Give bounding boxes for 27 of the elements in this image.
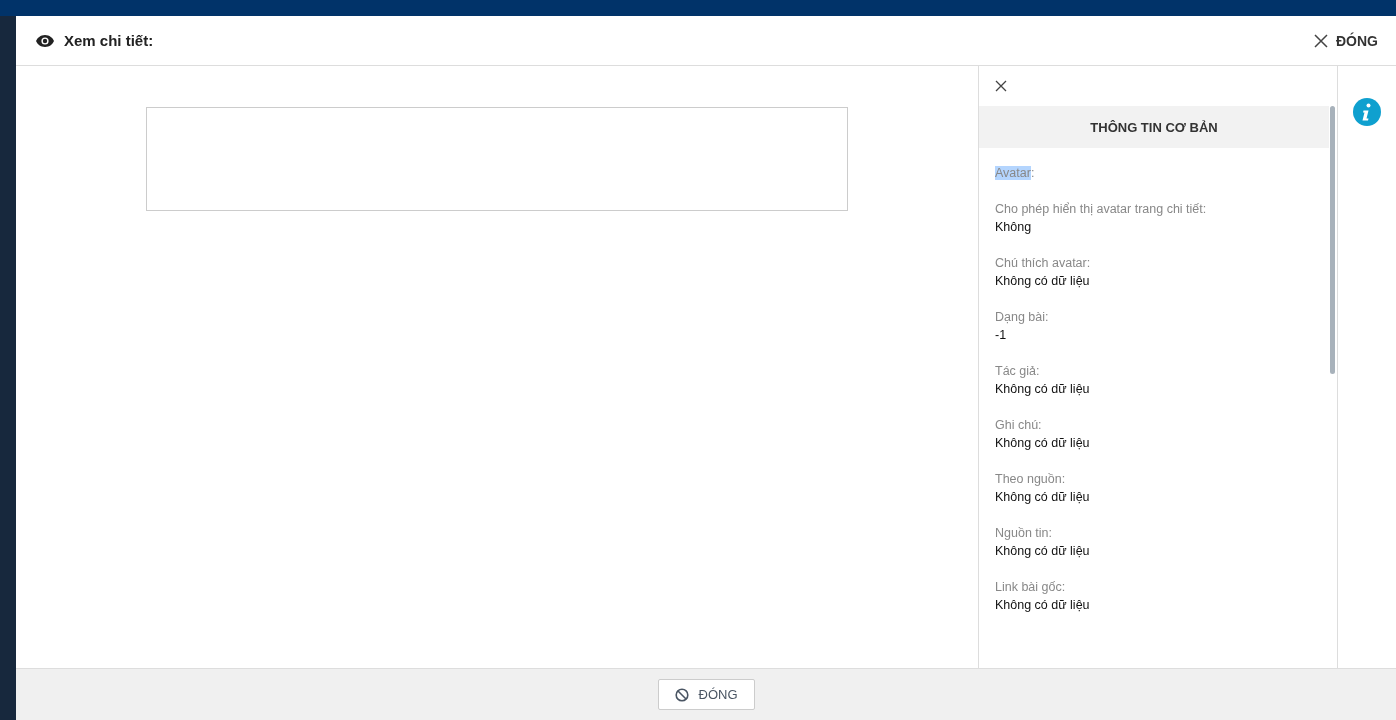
field-label: Chú thích avatar: (995, 256, 1092, 270)
eye-icon (36, 34, 54, 47)
scrollbar[interactable] (1330, 106, 1335, 374)
field-value: Không có dữ liệu (995, 544, 1091, 558)
field-label: Dạng bài: (995, 310, 1050, 324)
close-icon[interactable] (995, 80, 1007, 92)
prohibited-icon (674, 687, 689, 702)
field-value: Không có dữ liệu (995, 382, 1091, 396)
field-value: Không có dữ liệu (995, 436, 1091, 450)
field-value: Không có dữ liệu (995, 274, 1091, 288)
field-label: Theo nguồn: (995, 472, 1067, 486)
field-label: Nguồn tin: (995, 526, 1053, 540)
section-heading: THÔNG TIN CƠ BẢN (979, 106, 1329, 148)
info-icon[interactable] (1353, 98, 1381, 126)
close-button[interactable]: ĐÓNG (657, 679, 755, 710)
field-label: Tác giả: (995, 364, 1041, 378)
field-label: Avatar: (995, 166, 1036, 180)
field-value: Không (995, 220, 1033, 234)
field-value: Không có dữ liệu (995, 598, 1091, 612)
field-label: Cho phép hiển thị avatar trang chi tiết: (995, 202, 1208, 216)
field-label: Link bài gốc: (995, 580, 1067, 594)
field-label: Ghi chú: (995, 418, 1043, 432)
field-value: Không có dữ liệu (995, 490, 1091, 504)
field-value: -1 (995, 328, 1008, 342)
close-button[interactable]: ĐÓNG (1314, 32, 1378, 49)
close-icon (1314, 33, 1328, 48)
dialog-title: Xem chi tiết: (64, 32, 154, 49)
